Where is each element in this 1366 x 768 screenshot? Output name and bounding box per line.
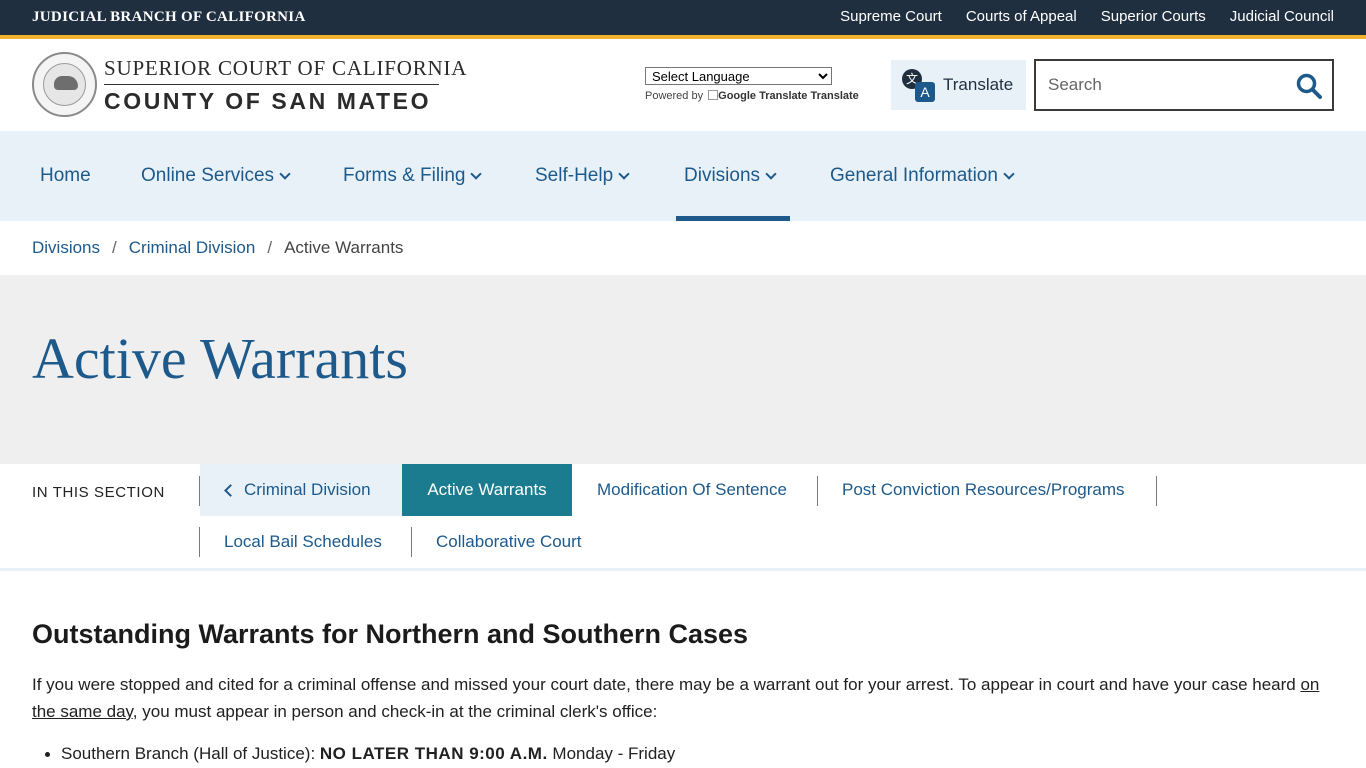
breadcrumb-current: Active Warrants [284,238,404,257]
nav-self-help[interactable]: Self-Help [535,131,630,221]
paragraph-text-start: If you were stopped and cited for a crim… [32,675,1301,694]
section-divider [199,476,200,506]
seal-bear-icon [54,76,78,90]
breadcrumb-separator: / [112,238,117,257]
in-this-section-label: IN THIS SECTION [32,484,165,501]
section-tab-modification-of-sentence[interactable]: Modification Of Sentence [597,464,787,516]
main-navigation: Home Online Services Forms & Filing Self… [0,131,1366,221]
nav-general-information[interactable]: General Information [830,131,1015,221]
nav-online-services[interactable]: Online Services [141,131,291,221]
content-heading: Outstanding Warrants for Northern and So… [32,619,749,649]
top-link-superior-courts[interactable]: Superior Courts [1101,8,1206,25]
search-input[interactable] [1048,74,1288,96]
section-tab-label: Modification Of Sentence [597,480,787,499]
google-translate-label[interactable]: Google Translate [718,90,807,102]
list-item-deadline: NO LATER THAN 9:00 A.M. [319,744,548,763]
page-hero: Active Warrants [0,275,1366,464]
nav-divisions[interactable]: Divisions [684,131,777,221]
section-back-label: Criminal Division [244,480,371,499]
list-item-prefix: Southern Branch (Hall of Justice): [61,744,320,763]
section-tab-active-warrants[interactable]: Active Warrants [402,464,572,516]
page-title: Active Warrants [32,326,408,391]
powered-by-text: Powered by Google Translate Translate [645,90,859,102]
top-link-supreme-court[interactable]: Supreme Court [840,8,942,25]
section-divider [817,476,818,506]
chevron-down-icon [1003,167,1015,180]
chevron-down-icon [618,167,630,180]
content-paragraph: If you were stopped and cited for a crim… [32,671,1334,725]
chevron-left-icon [224,483,237,497]
section-tab-collaborative-court[interactable]: Collaborative Court [436,516,582,568]
breadcrumb-divisions[interactable]: Divisions [32,238,100,258]
top-links: Supreme Court Courts of Appeal Superior … [840,8,1334,25]
language-select[interactable]: Select Language [645,67,832,85]
breadcrumb-criminal-division[interactable]: Criminal Division [129,238,256,258]
section-tab-label: Post Conviction Resources/Programs [842,480,1125,499]
translate-icon: 文 A [901,68,935,102]
logo-county-name[interactable]: COUNTY OF SAN MATEO [104,88,431,115]
section-tab-local-bail-schedules[interactable]: Local Bail Schedules [224,516,382,568]
nav-active-indicator [676,216,790,221]
section-tab-label: Collaborative Court [436,532,582,551]
list-item: Southern Branch (Hall of Justice): NO LA… [45,742,676,766]
chevron-down-icon [470,167,483,180]
section-divider [411,527,412,557]
translate-button-label: Translate [943,75,1014,94]
section-tab-label: Active Warrants [427,480,547,499]
top-link-courts-of-appeal[interactable]: Courts of Appeal [966,8,1077,25]
paragraph-text-end: , you must appear in person and check-in… [132,702,658,721]
svg-text:A: A [920,84,930,100]
gold-divider [0,35,1366,39]
court-seal-logo[interactable] [32,52,97,117]
breadcrumb-separator: / [267,238,273,257]
translate-link[interactable]: Translate [810,90,858,102]
top-utility-bar: JUDICIAL BRANCH OF CALIFORNIA Supreme Co… [0,0,1366,35]
section-bottom-border [0,568,1366,571]
section-divider [1156,476,1157,506]
logo-rule [104,84,439,85]
powered-by-label: Powered by [645,90,704,102]
translate-button[interactable]: 文 A Translate [891,60,1026,110]
search-icon[interactable] [1294,71,1324,101]
bullet-icon [45,752,50,757]
nav-self-help-label: Self-Help [535,165,614,186]
section-back-criminal-division[interactable]: Criminal Division [200,464,402,516]
top-link-judicial-council[interactable]: Judicial Council [1230,8,1334,25]
google-translate-logo [708,90,719,100]
judicial-branch-title[interactable]: JUDICIAL BRANCH OF CALIFORNIA [32,9,306,26]
nav-general-information-label: General Information [830,165,998,186]
section-tab-post-conviction-resources[interactable]: Post Conviction Resources/Programs [842,464,1125,516]
breadcrumb: Divisions / Criminal Division / Active W… [32,238,403,258]
nav-divisions-label: Divisions [684,165,761,186]
logo-court-name[interactable]: SUPERIOR COURT OF CALIFORNIA [104,56,467,81]
nav-forms-filing-label: Forms & Filing [343,165,466,186]
google-translate-widget: Select Language Powered by Google Transl… [645,67,859,102]
section-tab-label: Local Bail Schedules [224,532,382,551]
nav-forms-filing[interactable]: Forms & Filing [343,131,483,221]
list-item-suffix: Monday - Friday [547,744,676,763]
nav-home-label: Home [40,165,91,186]
section-divider [199,527,200,557]
chevron-down-icon [279,167,291,180]
chevron-down-icon [765,167,777,180]
nav-online-services-label: Online Services [141,165,275,186]
site-search [1034,59,1334,111]
nav-home[interactable]: Home [40,131,91,221]
